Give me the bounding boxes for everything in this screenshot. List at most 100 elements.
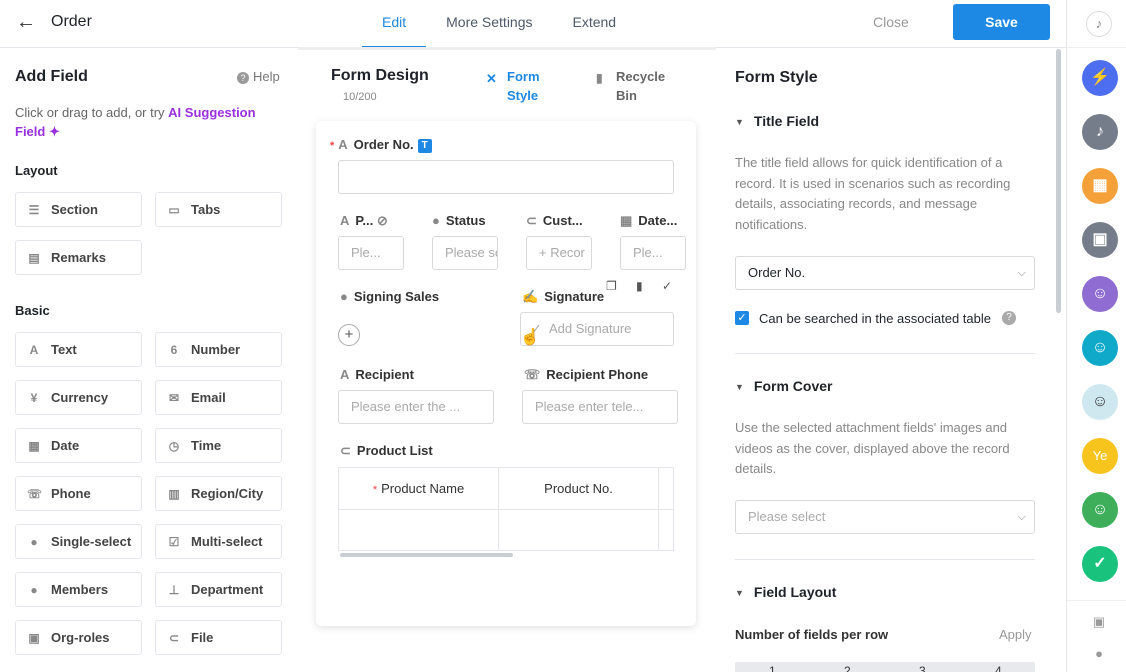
bell-icon[interactable]: ♪ [1086,11,1112,37]
field-item-date[interactable]: ▦ Date [15,428,142,463]
field-item-remarks[interactable]: ▤ Remarks [15,240,142,275]
required-marker: * [372,484,378,496]
form-design-title: Form Design [331,67,429,84]
customer-record-input[interactable]: + Recor [526,236,592,270]
add-member-button[interactable]: + [338,324,360,346]
check-icon[interactable]: ✓ [662,279,672,293]
field-label-recipient-phone[interactable]: ☏ Recipient Phone [524,367,648,383]
field-item-label: Org-roles [51,630,110,645]
phone-icon: ☏ [524,367,541,382]
team-chat-icon[interactable]: ☺ [1082,330,1118,366]
field-label-customer[interactable]: ⊂ Cust... [526,213,583,229]
field-label-signing-sales[interactable]: ● Signing Sales [340,289,439,304]
form-style-tab-label: Form Style [507,69,540,103]
tab-edit[interactable]: Edit [362,0,427,48]
table-cell[interactable] [339,510,499,550]
product-list-label: Product List [356,443,433,458]
layout-option-3[interactable]: 3 [919,664,926,672]
form-cover-select[interactable]: Please select ⌵ [735,500,1035,534]
field-status-label: Status [445,213,486,228]
top-bar: ← Order Edit More Settings Extend Close … [0,0,1066,48]
recycle-bin-tab[interactable]: ▮ Recycle Bin [596,67,672,105]
apps-grid-icon[interactable]: ▦ [1082,168,1118,204]
field-item-tabs[interactable]: ▭ Tabs [155,192,282,227]
save-button[interactable]: Save [953,4,1050,40]
map-icon: ▥ [168,487,180,501]
field-item-region-city[interactable]: ▥ Region/City [155,476,282,511]
product-list-table[interactable]: * Product Name Product No. [338,467,674,551]
signature-icon: ✍ [522,289,539,304]
field-item-multi-select[interactable]: ☑ Multi-select [155,524,282,559]
help-link[interactable]: ? Help [237,69,280,84]
field-label-p[interactable]: A P... ⊘ [340,213,388,229]
user-avatar[interactable]: ☺ [1082,384,1118,420]
field-label-order-no[interactable]: * A Order No. T [330,137,432,153]
briefcase-icon[interactable]: ▣ [1082,222,1118,258]
avatar-ye[interactable]: Ye [1082,438,1118,474]
approval-check-icon[interactable]: ✓ [1082,546,1118,582]
field-p-input[interactable]: Ple... [338,236,404,270]
form-style-tab[interactable]: ✕ Form Style [484,67,547,105]
arrow-left-icon[interactable]: ← [16,11,38,33]
notification-icon[interactable]: ♪ [1082,114,1118,150]
title-field-section-toggle[interactable]: ▼ Title Field [735,113,819,129]
department-icon: ⊥ [168,583,180,597]
table-cell[interactable] [499,510,659,550]
signature-input[interactable]: ✓ Add Signature [520,312,674,346]
field-item-org-roles[interactable]: ▣ Org-roles [15,620,142,655]
tab-more-settings[interactable]: More Settings [426,0,552,48]
status-select[interactable]: Please se [432,236,498,270]
field-label-status[interactable]: ● Status [432,213,486,228]
field-item-section[interactable]: ☰ Section [15,192,142,227]
layout-option-2[interactable]: 2 [844,664,851,672]
field-item-currency[interactable]: ¥ Currency [15,380,142,415]
right-panel-scrollbar[interactable] [1056,49,1061,313]
tab-extend[interactable]: Extend [553,0,637,48]
field-item-department[interactable]: ⊥ Department [155,572,282,607]
trash-icon[interactable]: ▮ [636,279,643,293]
form-cover-section-toggle[interactable]: ▼ Form Cover [735,378,833,394]
field-label-date[interactable]: ▦ Date... [620,213,677,229]
group-chat-icon[interactable]: ☺ [1082,276,1118,312]
brush-icon: ✕ [486,71,497,86]
field-item-email[interactable]: ✉ Email [155,380,282,415]
field-toolbar: ❐ ▮ ✓ [606,279,678,295]
field-label-signature[interactable]: ✍ Signature [522,289,604,305]
date-input[interactable]: Ple... [620,236,686,270]
recipient-phone-input[interactable]: Please enter tele... [522,390,678,424]
table-horizontal-scrollbar[interactable] [340,553,513,557]
field-label-recipient[interactable]: A Recipient [340,367,414,382]
order-no-input[interactable] [338,160,674,194]
field-item-number[interactable]: 6 Number [155,332,282,367]
chevron-down-icon: ⌵ [1017,267,1026,279]
layout-option-1[interactable]: 1 [769,664,776,672]
community-icon[interactable]: ☺ [1082,492,1118,528]
contacts-icon[interactable]: ▣ [1091,614,1107,630]
title-field-select[interactable]: Order No. ⌵ [735,256,1035,290]
field-label-product-list[interactable]: ⊂ Product List [340,443,433,459]
recipient-input[interactable]: Please enter the ... [338,390,494,424]
field-item-file[interactable]: ⊂ File [155,620,282,655]
field-item-phone[interactable]: ☏ Phone [15,476,142,511]
attachment-icon: ⊂ [168,631,180,645]
hint-text: Click or drag to add, or try [15,105,169,120]
field-item-label: Department [191,582,264,597]
field-item-label: Section [51,202,98,217]
searchable-checkbox[interactable]: ✓ [735,311,749,325]
recipient-phone-label: Recipient Phone [546,367,649,382]
ai-assistant-icon[interactable]: ⚡ [1082,60,1118,96]
field-layout-section-toggle[interactable]: ▼ Field Layout [735,584,836,600]
field-item-time[interactable]: ◷ Time [155,428,282,463]
field-item-text[interactable]: A Text [15,332,142,367]
layout-option-4[interactable]: 4 [995,664,1002,672]
apply-button[interactable]: Apply [999,627,1032,642]
copy-icon[interactable]: ❐ [606,279,617,293]
question-icon[interactable]: ? [1002,311,1016,325]
clock-icon: ◷ [168,439,180,453]
field-item-members[interactable]: ● Members [15,572,142,607]
table-cell[interactable] [659,510,673,550]
chat-bubble-icon[interactable]: ● [1091,646,1107,662]
form-design-panel: Form Design 10/200 ✕ Form Style ▮ Recycl… [298,47,716,672]
field-item-single-select[interactable]: ● Single-select [15,524,142,559]
close-button[interactable]: Close [873,14,909,30]
